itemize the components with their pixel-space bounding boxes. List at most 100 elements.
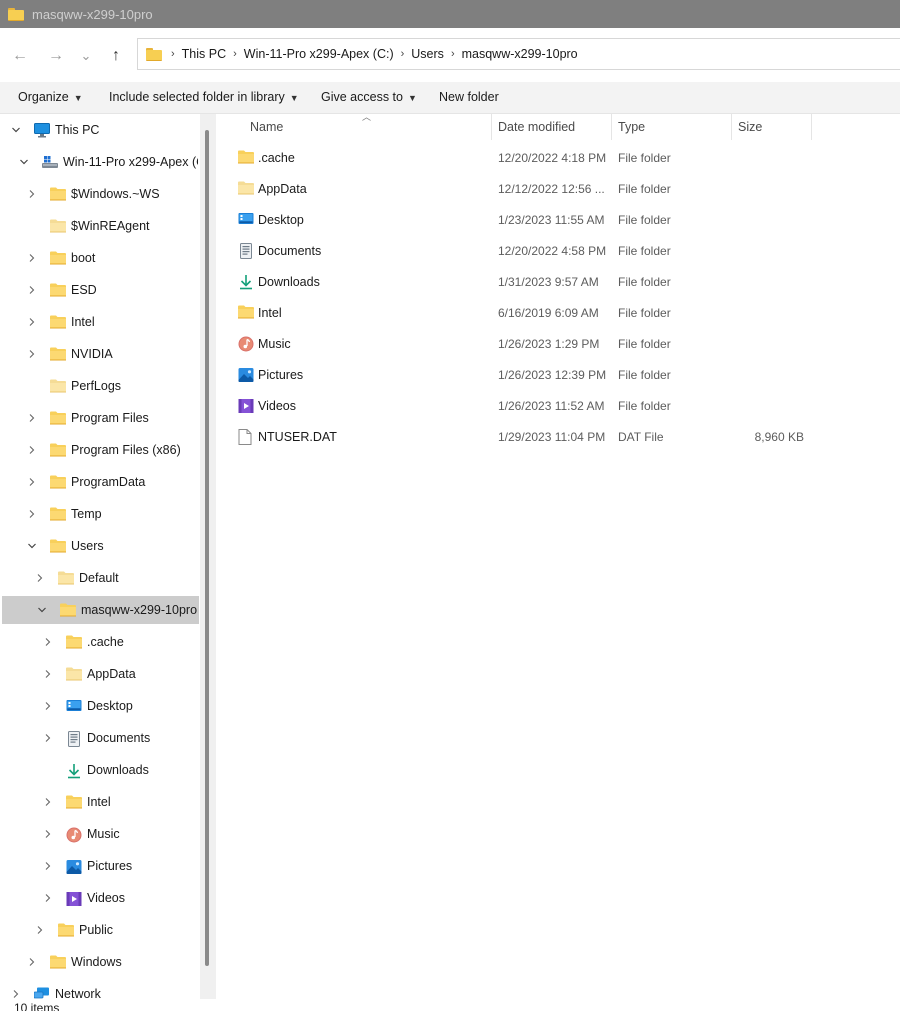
tree-item[interactable]: This PC <box>0 116 198 144</box>
tree-item[interactable]: Music <box>0 820 198 848</box>
chevron-down-icon[interactable] <box>10 124 22 136</box>
file-row[interactable]: Intel 6/16/2019 6:09 AM File folder <box>216 298 900 329</box>
organize-menu[interactable]: Organize ▼ <box>18 82 83 113</box>
file-name: Videos <box>258 399 296 413</box>
breadcrumb-drive[interactable]: Win-11-Pro x299-Apex (C:) <box>244 47 394 61</box>
breadcrumb-separator[interactable]: › <box>451 48 455 60</box>
chevron-right-icon[interactable] <box>26 348 38 360</box>
file-row[interactable]: .cache 12/20/2022 4:18 PM File folder <box>216 143 900 174</box>
tree-item[interactable]: Windows <box>0 948 198 976</box>
chevron-right-icon[interactable] <box>42 796 54 808</box>
tree-item[interactable]: ProgramData <box>0 468 198 496</box>
chevron-right-icon[interactable] <box>42 828 54 840</box>
tree-item[interactable]: Documents <box>0 724 198 752</box>
file-row[interactable]: Desktop 1/23/2023 11:55 AM File folder <box>216 205 900 236</box>
column-header-size[interactable]: Size <box>738 114 762 140</box>
tree-item[interactable]: Win-11-Pro x299-Apex (C:) <box>0 148 198 176</box>
chevron-right-icon[interactable] <box>42 668 54 680</box>
chevron-right-icon[interactable] <box>42 892 54 904</box>
give-access-label: Give access to <box>321 90 403 104</box>
back-button[interactable]: ← <box>10 46 30 66</box>
navigation-pane-scrollbar[interactable] <box>205 130 209 966</box>
breadcrumb-separator[interactable]: › <box>233 48 237 60</box>
monitor-icon <box>34 123 50 138</box>
chevron-right-icon[interactable] <box>26 188 38 200</box>
column-header-date[interactable]: Date modified <box>498 114 575 140</box>
file-row[interactable]: Downloads 1/31/2023 9:57 AM File folder <box>216 267 900 298</box>
file-row[interactable]: Pictures 1/26/2023 12:39 PM File folder <box>216 360 900 391</box>
column-divider[interactable] <box>611 114 612 140</box>
chevron-right-icon[interactable] <box>42 700 54 712</box>
breadcrumb-this-pc[interactable]: This PC <box>182 47 226 61</box>
chevron-down-icon[interactable] <box>36 604 48 616</box>
documents-icon <box>66 731 82 747</box>
tree-item[interactable]: $Windows.~WS <box>0 180 198 208</box>
tree-item[interactable]: boot <box>0 244 198 272</box>
file-row[interactable]: NTUSER.DAT 1/29/2023 11:04 PM DAT File 8,96… <box>216 422 900 453</box>
chevron-down-icon[interactable] <box>18 156 30 168</box>
tree-item[interactable]: Users <box>0 532 198 560</box>
tree-item[interactable]: Downloads <box>0 756 198 784</box>
tree-item[interactable]: masqww-x299-10pro <box>2 596 199 624</box>
file-date-modified: 1/23/2023 11:55 AM <box>498 213 605 227</box>
chevron-right-icon[interactable] <box>42 860 54 872</box>
tree-item-label: PerfLogs <box>71 379 122 393</box>
tree-item[interactable]: Desktop <box>0 692 198 720</box>
chevron-right-icon[interactable] <box>26 476 38 488</box>
tree-item[interactable]: $WinREAgent <box>0 212 198 240</box>
tree-item-label: masqww-x299-10pro <box>81 603 198 617</box>
chevron-right-icon[interactable] <box>26 316 38 328</box>
chevron-right-icon[interactable] <box>34 924 46 936</box>
tree-item[interactable]: PerfLogs <box>0 372 198 400</box>
tree-item[interactable]: Pictures <box>0 852 198 880</box>
column-header-name[interactable]: Name <box>250 114 283 140</box>
chevron-right-icon[interactable] <box>42 636 54 648</box>
tree-item[interactable]: Intel <box>0 788 198 816</box>
column-divider[interactable] <box>811 114 812 140</box>
tree-item-label: $Windows.~WS <box>71 187 160 201</box>
column-divider[interactable] <box>491 114 492 140</box>
chevron-right-icon[interactable] <box>42 732 54 744</box>
tree-item[interactable]: Videos <box>0 884 198 912</box>
tree-item-label: $WinREAgent <box>71 219 150 233</box>
tree-item[interactable]: .cache <box>0 628 198 656</box>
chevron-right-icon[interactable] <box>34 572 46 584</box>
breadcrumb-user-folder[interactable]: masqww-x299-10pro <box>462 47 578 61</box>
tree-item[interactable]: Program Files (x86) <box>0 436 198 464</box>
caret-down-icon: ▼ <box>407 93 417 103</box>
chevron-right-icon[interactable] <box>26 252 38 264</box>
tree-item[interactable]: Intel <box>0 308 198 336</box>
chevron-right-icon[interactable] <box>26 444 38 456</box>
breadcrumb-users[interactable]: Users <box>411 47 444 61</box>
tree-item[interactable]: AppData <box>0 660 198 688</box>
chevron-right-icon[interactable] <box>26 412 38 424</box>
music-icon <box>66 827 82 843</box>
file-row[interactable]: Music 1/26/2023 1:29 PM File folder <box>216 329 900 360</box>
recent-locations-button[interactable]: ⌄ <box>76 46 96 66</box>
tree-item[interactable]: Temp <box>0 500 198 528</box>
file-row[interactable]: Documents 12/20/2022 4:58 PM File folder <box>216 236 900 267</box>
give-access-menu[interactable]: Give access to ▼ <box>321 82 417 113</box>
column-divider[interactable] <box>731 114 732 140</box>
tree-item[interactable]: Public <box>0 916 198 944</box>
address-bar[interactable]: › This PC › Win-11-Pro x299-Apex (C:) › … <box>137 38 900 70</box>
breadcrumb-separator[interactable]: › <box>401 48 405 60</box>
forward-button[interactable]: → <box>46 46 66 66</box>
chevron-right-icon[interactable] <box>26 956 38 968</box>
breadcrumb-separator[interactable]: › <box>171 48 175 60</box>
chevron-right-icon[interactable] <box>26 508 38 520</box>
folder-icon <box>8 8 24 21</box>
file-row[interactable]: AppData 12/12/2022 12:56 ... File folder <box>216 174 900 205</box>
new-folder-button[interactable]: New folder <box>439 82 499 113</box>
chevron-down-icon[interactable] <box>26 540 38 552</box>
tree-item[interactable]: ESD <box>0 276 198 304</box>
tree-item[interactable]: NVIDIA <box>0 340 198 368</box>
file-date-modified: 1/31/2023 9:57 AM <box>498 275 599 289</box>
chevron-right-icon[interactable] <box>26 284 38 296</box>
file-row[interactable]: Videos 1/26/2023 11:52 AM File folder <box>216 391 900 422</box>
tree-item[interactable]: Program Files <box>0 404 198 432</box>
up-button[interactable]: ↑ <box>106 46 126 66</box>
column-header-type[interactable]: Type <box>618 114 645 140</box>
include-in-library-menu[interactable]: Include selected folder in library ▼ <box>109 82 299 113</box>
tree-item[interactable]: Default <box>0 564 198 592</box>
